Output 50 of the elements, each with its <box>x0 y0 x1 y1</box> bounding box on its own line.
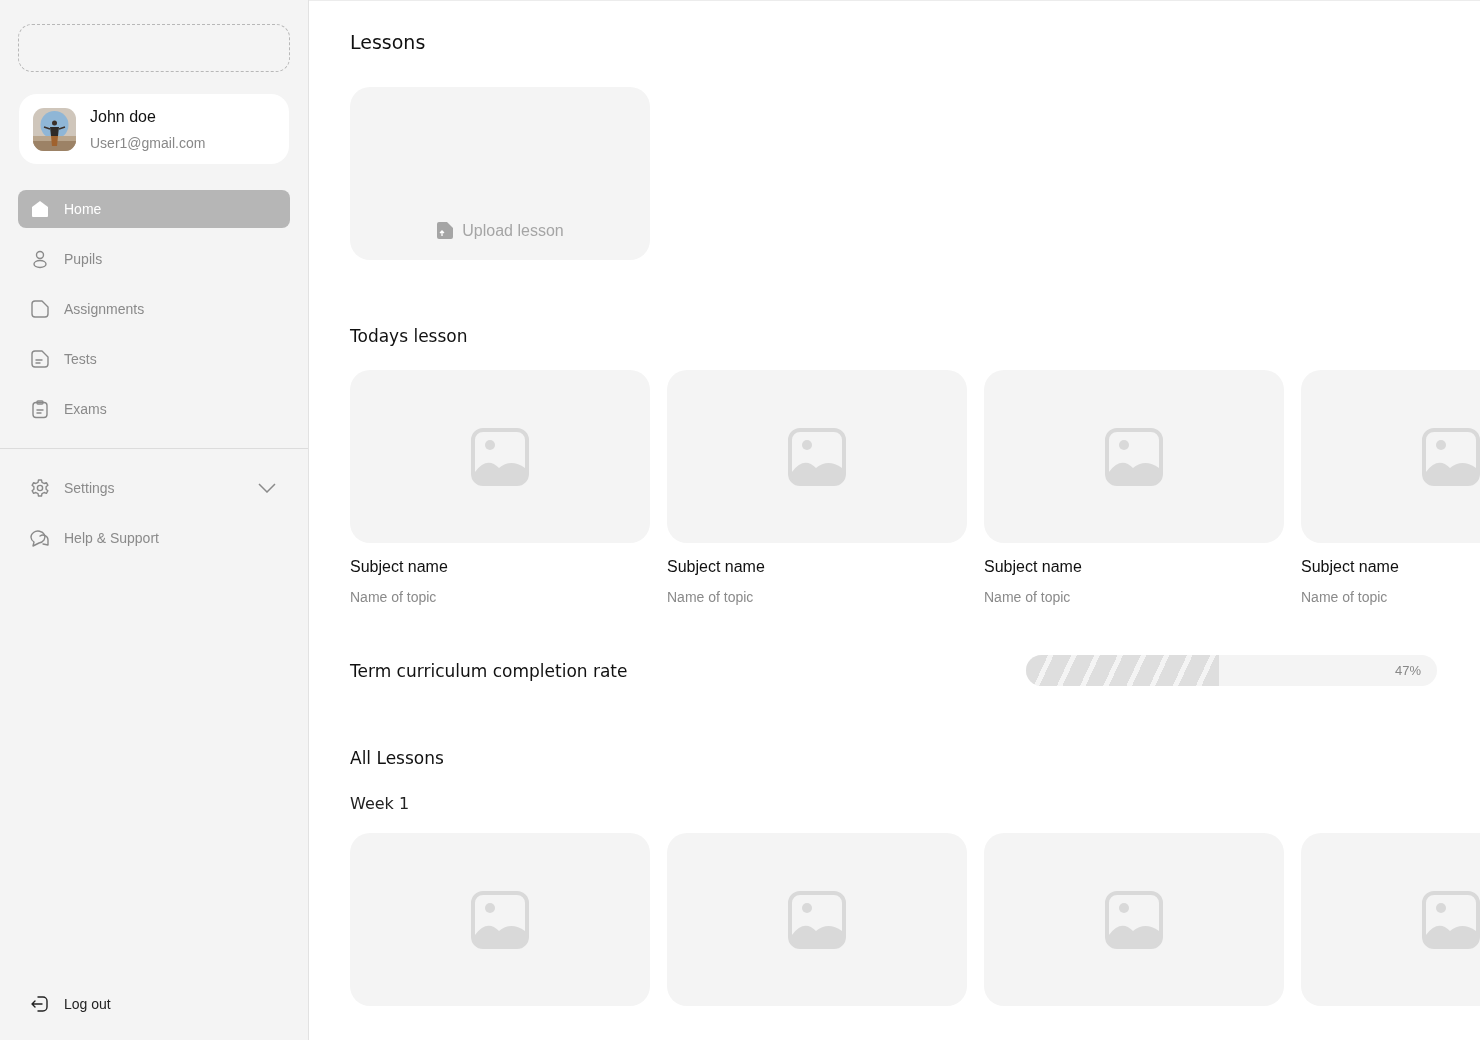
image-placeholder-icon <box>1105 890 1163 949</box>
subject-name: Subject name <box>350 558 449 576</box>
chevron-down-icon[interactable] <box>258 483 276 493</box>
nav-item[interactable]: Home <box>18 190 290 228</box>
logout-icon <box>30 994 50 1014</box>
lesson-thumbnail[interactable] <box>667 370 967 543</box>
lesson-thumbnail[interactable] <box>667 833 967 1006</box>
section-title: Todays lesson <box>350 326 469 346</box>
subject-name: Subject name <box>1301 558 1400 576</box>
nav-item[interactable]: Pupils <box>18 240 290 278</box>
lesson-thumbnail[interactable] <box>350 833 650 1006</box>
image-placeholder-icon <box>788 427 846 486</box>
page-title: Lessons <box>350 31 427 53</box>
subject-name: Subject name <box>667 558 766 576</box>
lesson-thumbnail[interactable] <box>984 370 1284 543</box>
subject-name: Subject name <box>984 558 1083 576</box>
home-icon <box>30 199 50 219</box>
image-placeholder-icon <box>788 890 846 949</box>
image-placeholder-icon <box>471 427 529 486</box>
progress-reading: 47% <box>1394 663 1421 678</box>
nav-item[interactable]: Help & Support <box>18 519 290 557</box>
image-placeholder-icon <box>1422 890 1480 949</box>
logout-link[interactable]: Log out <box>0 994 308 1040</box>
user-email: User1@gmail.com <box>90 134 206 151</box>
nav-item[interactable]: Exams <box>18 390 290 428</box>
note-icon <box>30 349 50 369</box>
image-placeholder-icon <box>1422 427 1480 486</box>
clipboard-icon <box>30 399 50 419</box>
upload-lesson-button[interactable]: Upload lesson <box>350 87 650 260</box>
lesson-thumbnail[interactable] <box>350 370 650 543</box>
image-placeholder-icon <box>1105 427 1163 486</box>
nav-item[interactable]: Tests <box>18 340 290 378</box>
topic-name: Name of topic <box>667 589 755 605</box>
user-icon <box>30 249 50 269</box>
file-upload-icon <box>436 221 455 240</box>
topic-name: Name of topic <box>350 589 438 605</box>
user-name: John doe <box>90 107 157 126</box>
lesson-thumbnail[interactable] <box>984 833 1284 1006</box>
topic-name: Name of topic <box>984 589 1072 605</box>
user-card[interactable]: John doe User1@gmail.com <box>19 94 289 164</box>
image-placeholder-icon <box>471 890 529 949</box>
chat-bubbles-icon <box>30 528 50 548</box>
section-title: All Lessons <box>350 748 445 768</box>
week-label: Week 1 <box>350 794 411 813</box>
progress-label: Term curriculum completion rate <box>350 660 628 681</box>
nav-item[interactable]: Settings <box>18 469 290 507</box>
document-icon <box>30 299 50 319</box>
topic-name: Name of topic <box>1301 589 1389 605</box>
nav-item[interactable]: Assignments <box>18 290 290 328</box>
settings-icon <box>30 478 50 498</box>
